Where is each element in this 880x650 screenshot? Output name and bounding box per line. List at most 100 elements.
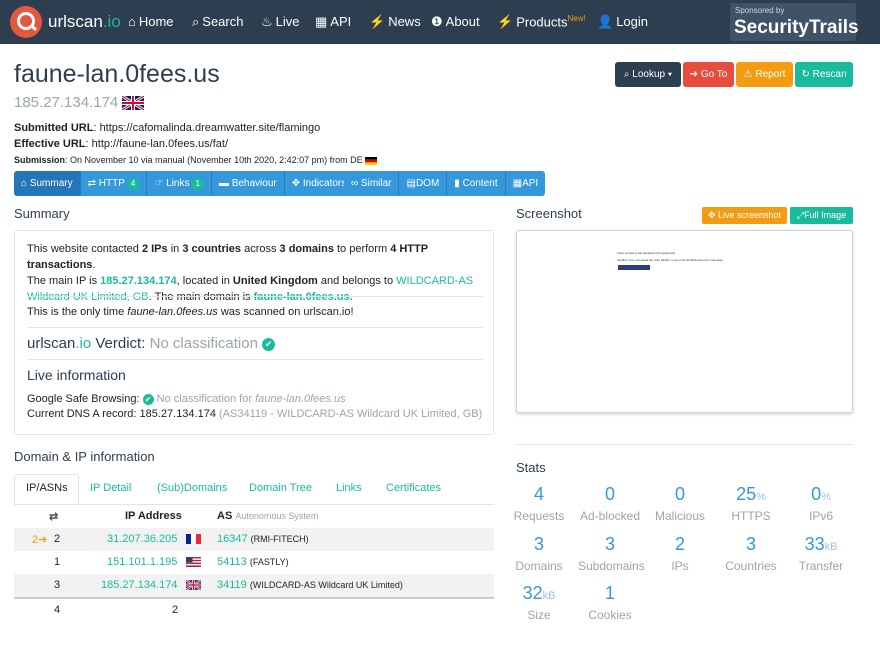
request-count: 1 [54,556,61,568]
tab-similar[interactable]: ∞ Similar [344,171,400,196]
dns-record: Current DNS A record: 185.27.134.174 (AS… [27,406,485,422]
crosshair-icon: ✥ [291,178,301,189]
main-domain-link[interactable]: faune-lan.0fees.us. [254,291,353,303]
tab-api[interactable]: ▦API [505,171,546,196]
table-row[interactable]: 1 151.101.1.195 54113 (FASTLY) [14,551,494,574]
ip-link[interactable]: 151.101.1.195 [107,556,177,568]
summary-text: in [167,243,183,255]
verdict: urlscan.io Verdict: No classification ✔ [27,335,276,352]
exchange-icon: ⇄ [87,178,97,189]
as-cell: 34119 (WILDCARD-AS Wildcard UK Limited) [217,579,403,591]
submission-text: : On November 10 via manual (November 10… [65,155,363,165]
divider [27,359,483,360]
as-name: (FASTLY) [249,557,289,567]
full-image-button[interactable]: ⤢Full Image [790,207,853,224]
nav-search[interactable]: ⌕ Search [192,14,243,30]
nav-products[interactable]: ⚡ ProductsNew! [497,14,586,30]
live-screenshot-button[interactable]: ✥ Live screenshot [702,207,787,224]
total-requests: 4 [54,604,61,616]
submitted-url-value[interactable]: : https://cafomalinda.dreamwatter.site/f… [93,122,320,134]
nav-home[interactable]: ⌂ Home [128,14,174,29]
uk-flag-icon [122,96,145,111]
tab-api-label: API [522,178,539,189]
nav-about[interactable]: ❶ About [431,14,480,30]
gsb-status: Google Safe Browsing: ✔ No classificatio… [27,391,485,407]
urlscan-logo-icon[interactable] [10,6,42,38]
stat-number: 3 [533,534,544,554]
as-name: (RMI-FITECH) [250,534,309,544]
stat-value: 33kB [789,534,853,555]
tab-http[interactable]: ⇄ HTTP 4 [80,171,148,196]
stat-number: 0 [604,484,615,504]
verdict-label: Verdict: [91,335,150,352]
main-ip-link[interactable]: 185.27.134.174 [100,275,176,287]
verdict-brand-io: .io [75,335,92,352]
nav-news[interactable]: ⚡ News [369,14,421,30]
tab-ip-detail[interactable]: IP Detail [90,482,131,494]
check-circle-icon: ✔ [142,393,154,405]
ip-link[interactable]: 31.207.36.205 [107,533,177,545]
tab-http-label: HTTP [98,178,125,189]
bolt-icon: ⚡ [369,14,386,29]
asn-link[interactable]: 34119 [217,579,247,591]
stat-label: Cookies [588,608,632,622]
brand-link[interactable]: urlscan.io [48,12,121,32]
nav-api[interactable]: ▦ API [315,14,351,30]
ip-link[interactable]: 185.27.134.174 [101,579,177,591]
stat-value: 1 [578,583,642,604]
rescan-button[interactable]: ↻ Rescan [795,62,853,87]
alert-icon: ⚠ [743,69,753,80]
list-icon: ▤ [406,178,416,189]
tab-behaviour[interactable]: ▬ Behaviour [211,171,285,196]
table-row[interactable]: 3 185.27.134.174 34119 (WILDCARD-AS Wild… [14,574,494,597]
tab-ip-asns[interactable]: IP/ASNs [26,482,68,494]
stat-label: Domains [515,559,563,573]
asn-link[interactable]: 16347 [217,533,248,545]
nav-products-label: Products [516,14,568,30]
file-icon: ▮ [454,178,460,189]
sponsor-banner[interactable]: Sponsored by SecurityTrails [730,3,859,41]
page-screenshot[interactable]: Votre compte a été désactivé (bit approu… [516,230,853,413]
tab-links-ip[interactable]: Links [336,482,362,494]
tab-summary[interactable]: ⌂ Summary [14,171,81,196]
stat-requests: 4 Requests [507,484,571,523]
tab-content[interactable]: ▮ Content [447,171,506,196]
redirect-count: 2➔ [32,534,48,546]
gsb-domain: faune-lan.0fees.us [255,393,346,405]
request-count: 2 [54,533,61,545]
tab-links-label: Links [166,178,190,189]
total-ips: 2 [172,604,179,616]
screenshot-button-shape [618,265,650,270]
tab-subdomains[interactable]: (Sub)Domains [157,482,227,494]
crosshair-icon: ✥ [707,210,716,220]
stat-value: 3 [719,534,783,555]
table-row[interactable]: 2➔ 2 31.207.36.205 16347 (RMI-FITECH) [14,528,494,551]
nav-api-label: API [330,14,352,29]
summary-panel: This website contacted 2 IPs in 3 countr… [14,230,494,435]
lookup-label: Lookup ▾ [632,69,673,80]
tab-certificates[interactable]: Certificates [386,482,441,494]
stat-value: 0% [789,484,853,505]
home-icon: ⌂ [128,14,136,29]
effective-url-value[interactable]: : http://faune-lan.0fees.us/fat/ [86,138,228,150]
exchange-icon: ⇄ [49,511,59,523]
tab-indicators[interactable]: ✥ Indicators [284,171,354,196]
nav-live[interactable]: ♨ Live [261,14,300,30]
tab-dom[interactable]: ▤DOM [399,171,448,196]
nav-login[interactable]: 👤 Login [597,14,648,30]
summary-text: to perform [333,243,391,255]
lookup-button[interactable]: ⌕ Lookup ▾ [615,62,681,87]
live-screenshot-label: Live screenshot [718,210,782,220]
divider [27,327,483,328]
tab-links[interactable]: ☞ Links 1 [147,171,212,196]
brand-text: urlscan [48,12,103,31]
stat-label: IPv6 [808,509,833,523]
stat-unit: kB [542,590,556,602]
tab-domain-tree[interactable]: Domain Tree [249,482,312,494]
submitted-url: Submitted URL: https://cafomalinda.dream… [14,122,320,134]
stat-value: 4 [507,484,571,505]
asn-link[interactable]: 54113 [217,556,247,568]
screenshot-text-line: Votre compte a été désactivé (bit approu… [617,251,676,255]
goto-button[interactable]: ➔ Go To [683,62,734,87]
report-button[interactable]: ⚠ Report [736,62,793,87]
